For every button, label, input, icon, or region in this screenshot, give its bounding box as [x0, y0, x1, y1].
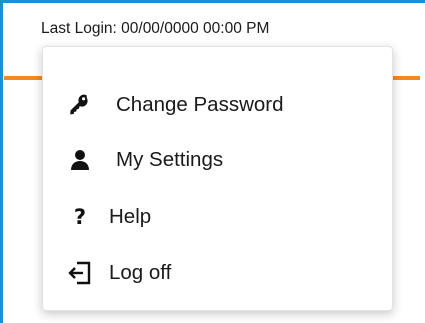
frame-top-border — [0, 0, 425, 3]
menu-item-help[interactable]: ? Help — [43, 197, 392, 237]
menu-item-log-off[interactable]: Log off — [43, 253, 392, 293]
accent-bar-left — [4, 76, 44, 80]
key-icon — [67, 92, 93, 118]
last-login-text: Last Login: 00/00/0000 00:00 PM — [41, 20, 270, 37]
frame-left-border — [0, 0, 3, 323]
accent-bar-right — [390, 76, 420, 80]
menu-item-label: Change Password — [116, 93, 284, 116]
question-mark-glyph: ? — [73, 204, 87, 229]
menu-item-my-settings[interactable]: My Settings — [43, 140, 392, 180]
user-icon — [67, 147, 93, 173]
user-dropdown-menu: Change Password My Settings ? Help Log o… — [42, 46, 393, 311]
question-mark-icon: ? — [67, 204, 93, 230]
menu-item-label: Help — [109, 205, 152, 228]
menu-item-label: Log off — [109, 261, 172, 284]
menu-item-change-password[interactable]: Change Password — [43, 85, 392, 125]
menu-item-label: My Settings — [116, 148, 224, 171]
log-off-icon — [67, 260, 93, 286]
